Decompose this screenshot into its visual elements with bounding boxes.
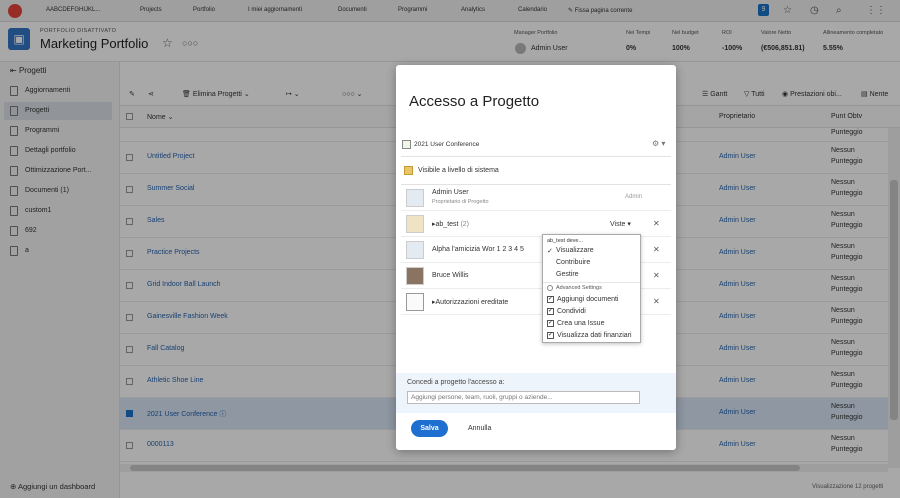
remove-member-icon[interactable]: ✕ xyxy=(653,219,660,228)
member-role: Admin xyxy=(625,194,643,200)
dialog-title: Accesso a Progetto xyxy=(409,93,540,110)
checkbox-label[interactable]: Aggiungi documenti xyxy=(557,296,619,303)
share-label: Concedi a progetto l'accesso a: xyxy=(407,379,505,386)
member-name[interactable]: ▸Autorizzazioni ereditate xyxy=(432,298,508,306)
remove-member-icon[interactable]: ✕ xyxy=(653,271,660,280)
member-name-label: ab_test xyxy=(435,221,459,228)
project-name: 2021 User Conference xyxy=(414,141,480,148)
group-icon xyxy=(406,215,424,233)
member-row: Admin User Proprietario di Progetto Admi… xyxy=(401,186,671,211)
project-row: 2021 User Conference ⚙ ▾ xyxy=(401,138,671,154)
member-name: Admin User xyxy=(432,189,469,196)
divider xyxy=(543,282,640,283)
remove-member-icon[interactable]: ✕ xyxy=(653,297,660,306)
share-area: Concedi a progetto l'accesso a: xyxy=(396,373,676,413)
menu-item-view[interactable]: Visualizzare xyxy=(556,247,594,254)
project-icon xyxy=(402,140,411,149)
visibility-row[interactable]: Visibile a livello di sistema xyxy=(401,164,671,180)
checkmark-icon: ✓ xyxy=(547,248,553,255)
calendar-icon xyxy=(404,166,413,175)
divider xyxy=(401,156,671,157)
member-role-description: Proprietario di Progetto xyxy=(432,199,489,205)
save-button[interactable]: Salva xyxy=(411,420,448,437)
divider xyxy=(401,184,671,185)
menu-header: ab_test deve... xyxy=(547,238,584,244)
menu-item-contribute[interactable]: Contribuire xyxy=(556,259,590,266)
avatar xyxy=(406,267,424,285)
share-input[interactable] xyxy=(407,391,640,404)
briefcase-icon xyxy=(406,293,424,311)
checkbox-add-documents[interactable] xyxy=(547,295,554,303)
advanced-settings-label: Advanced Settings xyxy=(556,285,602,291)
visibility-label: Visibile a livello di sistema xyxy=(418,167,499,174)
member-name[interactable]: ▸ab_test (2) xyxy=(432,220,469,228)
checkbox-label[interactable]: Crea una Issue xyxy=(557,320,604,327)
checkbox-label[interactable]: Condividi xyxy=(557,308,586,315)
cancel-button[interactable]: Annulla xyxy=(468,425,491,432)
access-level-label: Viste xyxy=(610,221,626,228)
avatar xyxy=(406,189,424,207)
member-count: (2) xyxy=(460,221,469,228)
gear-icon[interactable]: ⚙ ▾ xyxy=(652,139,665,148)
settings-icon xyxy=(547,285,553,291)
checkbox-share[interactable] xyxy=(547,307,554,315)
member-name-label: Autorizzazioni ereditate xyxy=(435,299,509,306)
access-level-menu: ab_test deve... ✓ Visualizzare Contribui… xyxy=(542,234,641,343)
member-name: Alpha l'amicizia Wor 1 2 3 4 5 xyxy=(432,246,524,253)
avatar xyxy=(406,241,424,259)
menu-item-manage[interactable]: Gestire xyxy=(556,271,579,278)
checkbox-create-issue[interactable] xyxy=(547,319,554,327)
access-level-dropdown[interactable]: Viste ▾ xyxy=(610,220,631,228)
checkbox-view-financials[interactable] xyxy=(547,331,554,339)
remove-member-icon[interactable]: ✕ xyxy=(653,245,660,254)
member-name: Bruce Willis xyxy=(432,272,469,279)
checkbox-label[interactable]: Visualizza dati finanziari xyxy=(557,332,632,339)
